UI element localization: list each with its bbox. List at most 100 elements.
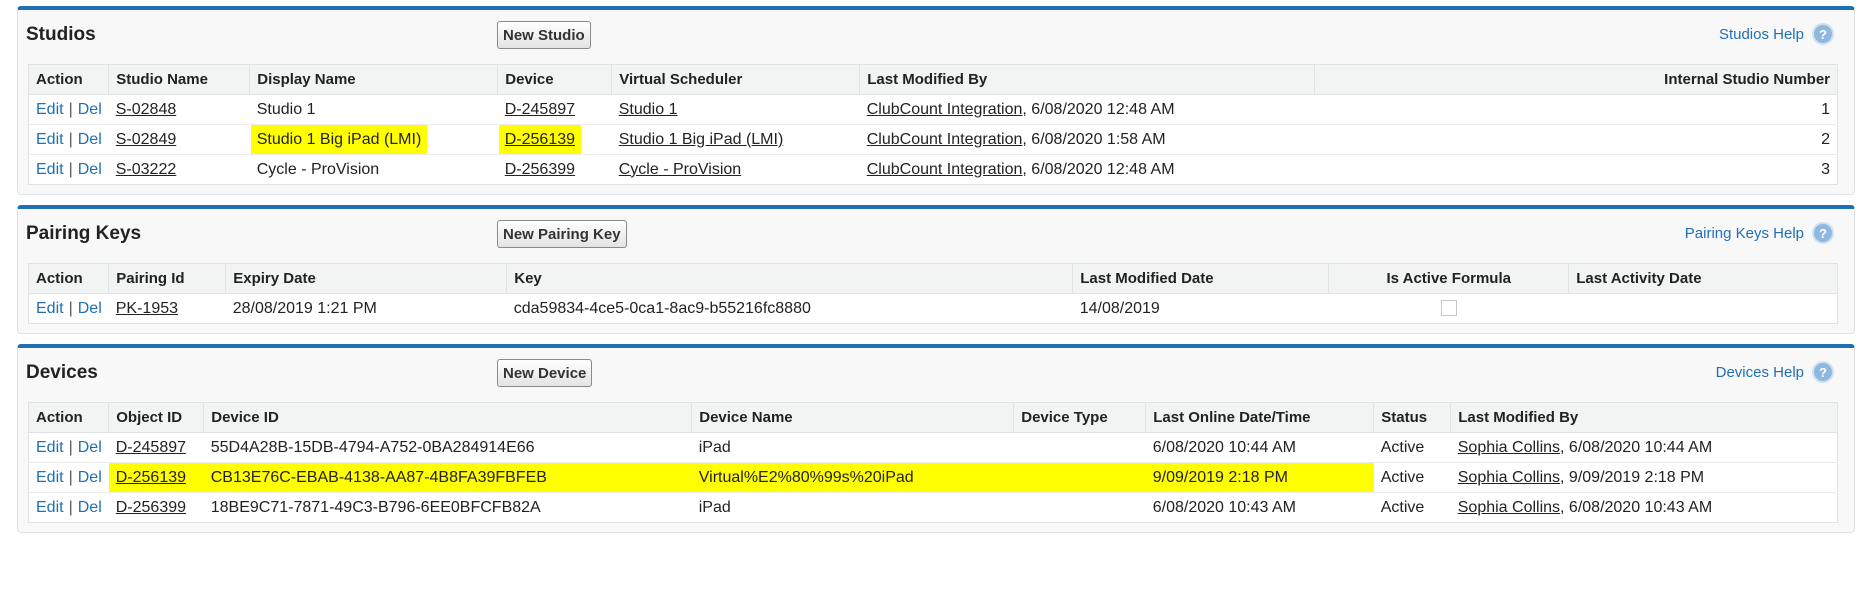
edit-link[interactable]: Edit (36, 161, 64, 178)
virtual-scheduler-link[interactable]: Studio 1 Big iPad (LMI) (619, 131, 784, 148)
studio-name-link[interactable]: S-03222 (116, 161, 177, 178)
col-device-id[interactable]: Device ID (203, 402, 692, 433)
action-cell: Edit | Del (29, 155, 109, 185)
edit-link[interactable]: Edit (36, 439, 64, 456)
help-icon[interactable]: ? (1812, 222, 1834, 244)
device-link[interactable]: D-256399 (505, 161, 575, 178)
modified-date: , 6/08/2020 10:43 AM (1560, 498, 1713, 516)
device-link[interactable]: D-245897 (505, 101, 575, 118)
display-name: Studio 1 Big iPad (LMI) (256, 130, 422, 148)
col-internal-studio-number[interactable]: Internal Studio Number (1314, 64, 1838, 95)
delete-link[interactable]: Del (78, 499, 102, 516)
device-link[interactable]: D-256139 (504, 130, 576, 148)
device-id: 18BE9C71-7871-49C3-B796-6EE0BFCFB82A (210, 498, 541, 516)
col-pairing-id[interactable]: Pairing Id (108, 263, 226, 294)
new-studio-button[interactable]: New Studio (497, 21, 591, 49)
device-type (1013, 432, 1146, 463)
object-id-link[interactable]: D-256139 (116, 469, 186, 486)
col-studio-name[interactable]: Studio Name (108, 64, 250, 95)
help-icon[interactable]: ? (1812, 361, 1834, 383)
edit-link[interactable]: Edit (36, 499, 64, 516)
modified-by-link[interactable]: ClubCount Integration (867, 161, 1023, 178)
col-device-type[interactable]: Device Type (1013, 402, 1146, 433)
col-device[interactable]: Device (497, 64, 612, 95)
edit-link[interactable]: Edit (36, 300, 64, 317)
object-id-link[interactable]: D-256399 (116, 499, 186, 516)
separator: | (68, 299, 73, 317)
status: Active (1380, 498, 1425, 516)
device-type (1013, 462, 1146, 493)
col-display-name[interactable]: Display Name (249, 64, 498, 95)
studio-name-link[interactable]: S-02849 (116, 131, 177, 148)
devices-title: Devices (26, 362, 98, 383)
delete-link[interactable]: Del (78, 469, 102, 486)
modified-by-link[interactable]: Sophia Collins (1458, 469, 1560, 486)
col-last-modified-date[interactable]: Last Modified Date (1072, 263, 1329, 294)
delete-link[interactable]: Del (78, 439, 102, 456)
studios-help-link[interactable]: Studios Help (1719, 26, 1804, 43)
studios-table: Action Studio Name Display Name Device V… (28, 64, 1838, 185)
last-online: 6/08/2020 10:43 AM (1152, 498, 1296, 516)
separator: | (68, 130, 73, 148)
internal-studio-number: 2 (1314, 124, 1838, 155)
col-expiry-date[interactable]: Expiry Date (225, 263, 507, 294)
col-device-name[interactable]: Device Name (691, 402, 1014, 433)
delete-link[interactable]: Del (78, 131, 102, 148)
table-row: Edit | Del S-03222 Cycle - ProVision D-256… (29, 155, 1838, 185)
col-is-active-formula[interactable]: Is Active Formula (1328, 263, 1569, 294)
col-last-modified-by[interactable]: Last Modified By (859, 64, 1315, 95)
col-key[interactable]: Key (506, 263, 1073, 294)
pairing-keys-help: Pairing Keys Help ? (1685, 222, 1834, 244)
col-object-id[interactable]: Object ID (108, 402, 204, 433)
help-icon[interactable]: ? (1812, 23, 1834, 45)
modified-date: , 6/08/2020 1:58 AM (1022, 130, 1166, 148)
modified-by-link[interactable]: ClubCount Integration (867, 131, 1023, 148)
devices-table: Action Object ID Device ID Device Name D… (28, 402, 1838, 523)
object-id-link[interactable]: D-245897 (116, 439, 186, 456)
action-cell: Edit | Del (29, 294, 109, 324)
new-device-button[interactable]: New Device (497, 359, 593, 387)
devices-help: Devices Help ? (1716, 361, 1834, 383)
pairing-keys-help-link[interactable]: Pairing Keys Help (1685, 225, 1804, 242)
device-id: 55D4A28B-15DB-4794-A752-0BA284914E66 (203, 432, 692, 463)
status: Active (1373, 462, 1451, 493)
device-name: Virtual%E2%80%99s%20iPad (691, 462, 1014, 493)
new-pairing-key-button[interactable]: New Pairing Key (497, 220, 627, 248)
devices-section: Devices New Device Devices Help ? Action… (17, 344, 1855, 533)
action-cell: Edit | Del (28, 462, 109, 493)
devices-help-link[interactable]: Devices Help (1716, 364, 1804, 381)
table-row: Edit | Del D-256139 CB13E76C-EBAB-4138-AA8… (28, 462, 1838, 493)
delete-link[interactable]: Del (78, 161, 102, 178)
device-id: CB13E76C-EBAB-4138-AA87-4B8FA39FBFEB (203, 462, 692, 493)
device-type (1014, 493, 1146, 523)
col-action: Action (28, 64, 109, 95)
table-row: Edit | Del D-245897 55D4A28B-15DB-4794-A75… (28, 432, 1838, 463)
separator: | (68, 468, 73, 486)
modified-by-link[interactable]: Sophia Collins (1458, 499, 1560, 516)
col-last-activity-date[interactable]: Last Activity Date (1568, 263, 1838, 294)
edit-link[interactable]: Edit (36, 131, 64, 148)
pairing-id-link[interactable]: PK-1953 (116, 300, 178, 317)
virtual-scheduler-link[interactable]: Cycle - ProVision (619, 161, 741, 178)
studio-name-link[interactable]: S-02848 (116, 101, 177, 118)
col-status[interactable]: Status (1373, 402, 1451, 433)
modified-date: , 6/08/2020 12:48 AM (1022, 100, 1175, 118)
pairing-key: cda59834-4ce5-0ca1-8ac9-b55216fc8880 (513, 299, 811, 317)
action-cell: Edit | Del (28, 124, 109, 155)
last-activity-date (1569, 294, 1838, 324)
device-name: iPad (691, 432, 1014, 463)
separator: | (68, 100, 73, 118)
display-name: Studio 1 (249, 94, 498, 125)
edit-link[interactable]: Edit (36, 101, 64, 118)
edit-link[interactable]: Edit (36, 469, 64, 486)
status: Active (1373, 432, 1451, 463)
delete-link[interactable]: Del (78, 101, 102, 118)
virtual-scheduler-link[interactable]: Studio 1 (619, 101, 678, 118)
modified-by-link[interactable]: ClubCount Integration (867, 101, 1023, 118)
table-row: Edit | Del D-256399 18BE9C71-7871-49C3-B79… (29, 493, 1838, 523)
delete-link[interactable]: Del (78, 300, 102, 317)
col-last-online[interactable]: Last Online Date/Time (1145, 402, 1374, 433)
col-last-modified-by[interactable]: Last Modified By (1450, 402, 1838, 433)
col-virtual-scheduler[interactable]: Virtual Scheduler (611, 64, 860, 95)
modified-by-link[interactable]: Sophia Collins (1458, 439, 1560, 456)
